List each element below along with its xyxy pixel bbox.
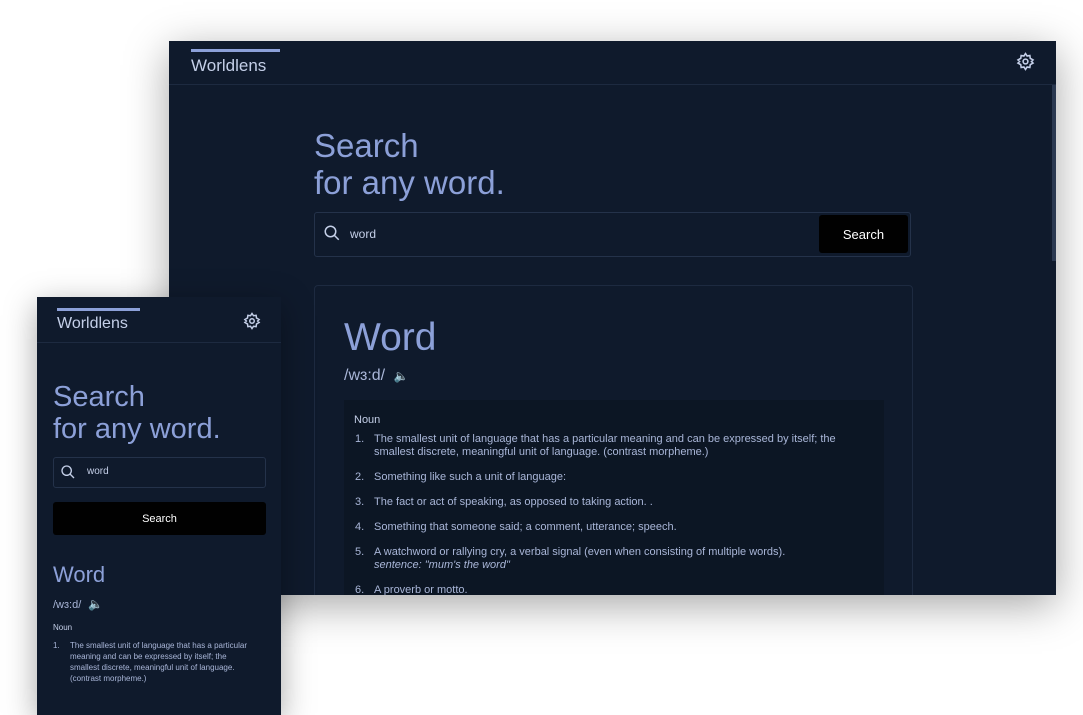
gear-icon[interactable] (243, 312, 261, 335)
definition-item: 1. The smallest unit of language that ha… (53, 640, 258, 684)
definitions-panel: Noun 1. The smallest unit of language th… (344, 400, 884, 595)
definition-number: 1. (53, 641, 60, 650)
brand-logo[interactable]: Worldlens (57, 308, 140, 333)
search-bar: word (53, 457, 266, 488)
definition-item: 3. The fact or act of speaking, as oppos… (355, 496, 855, 509)
definition-number: 3. (355, 496, 365, 508)
definition-text: A proverb or motto. (374, 584, 468, 595)
desktop-window: Worldlens Search for any word. word Sear… (169, 41, 1056, 595)
definition-number: 1. (355, 433, 365, 445)
title-line-1: Search (53, 381, 145, 413)
definition-text: The smallest unit of language that has a… (70, 641, 247, 683)
search-button[interactable]: Search (53, 502, 266, 535)
definition-list: 1. The smallest unit of language that ha… (355, 433, 855, 595)
definition-text: The smallest unit of language that has a… (374, 433, 836, 458)
brand-accent-bar (57, 308, 140, 311)
definition-item: 2. Something like such a unit of languag… (355, 471, 855, 484)
phonetic: /wɜ:d/ 🔈 (53, 597, 103, 611)
definition-number: 4. (355, 521, 365, 533)
search-input[interactable]: word (87, 466, 109, 477)
search-bar: word Search (314, 212, 911, 257)
search-icon (60, 464, 76, 485)
definition-item: 1. The smallest unit of language that ha… (355, 433, 855, 459)
brand-logo[interactable]: Worldlens (191, 49, 280, 76)
phonetic-text: /wɜ:d/ (53, 599, 82, 611)
speaker-icon[interactable]: 🔈 (394, 369, 409, 383)
definition-body: A watchword or rallying cry, a verbal si… (374, 546, 785, 572)
search-button[interactable]: Search (819, 215, 908, 253)
brand-name: Worldlens (191, 56, 267, 75)
search-icon (323, 224, 341, 247)
definition-example: sentence: "mum's the word" (374, 559, 510, 571)
definition-text: Something that someone said; a comment, … (374, 521, 677, 533)
definition-number: 5. (355, 546, 365, 558)
top-bar: Worldlens (37, 297, 281, 343)
definition-text: A watchword or rallying cry, a verbal si… (374, 546, 786, 558)
phonetic: /wɜ:d/ 🔈 (344, 367, 409, 385)
page-title: Search for any word. (314, 127, 505, 201)
part-of-speech: Noun (53, 623, 73, 632)
brand-accent-bar (191, 49, 280, 52)
top-bar: Worldlens (169, 41, 1056, 85)
definition-item: 6. A proverb or motto. (355, 584, 855, 595)
scrollbar-thumb[interactable] (1052, 85, 1056, 261)
phonetic-text: /wɜ:d/ (344, 367, 386, 384)
result-word: Word (53, 562, 106, 587)
result-word: Word (344, 316, 437, 359)
mobile-window: Worldlens Search for any word. word Sear… (37, 297, 281, 715)
title-line-1: Search (314, 127, 419, 164)
title-line-2: for any word. (314, 164, 505, 201)
part-of-speech: Noun (354, 414, 381, 426)
definition-list: 1. The smallest unit of language that ha… (53, 640, 258, 684)
definition-item: 5. A watchword or rallying cry, a verbal… (355, 546, 855, 572)
title-line-2: for any word. (53, 413, 221, 445)
definition-number: 2. (355, 471, 365, 483)
speaker-icon[interactable]: 🔈 (88, 597, 103, 611)
definition-item: 4. Something that someone said; a commen… (355, 521, 855, 534)
definition-text: Something like such a unit of language: (374, 471, 567, 483)
search-input[interactable]: word (350, 227, 376, 241)
page-title: Search for any word. (53, 381, 221, 445)
definition-number: 6. (355, 584, 365, 595)
definition-text: The fact or act of speaking, as opposed … (374, 496, 653, 508)
brand-name: Worldlens (57, 315, 128, 332)
result-card: Word /wɜ:d/ 🔈 Noun 1. The smallest unit … (314, 285, 913, 595)
gear-icon[interactable] (1016, 52, 1035, 76)
